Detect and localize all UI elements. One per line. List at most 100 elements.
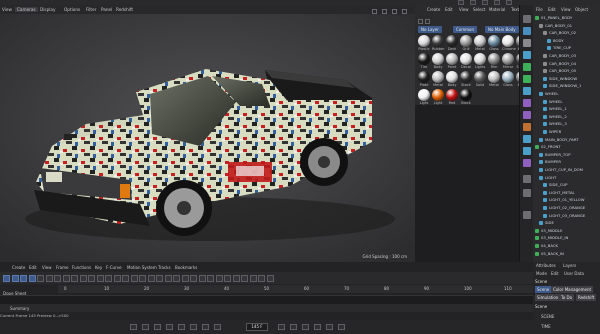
- tree-item[interactable]: 04_BACK: [535, 243, 558, 250]
- timeline-tool-button[interactable]: [224, 275, 231, 282]
- timeline-tool-button[interactable]: [215, 275, 223, 282]
- layer-button-common[interactable]: Common: [453, 26, 478, 33]
- next-frame-button[interactable]: [190, 324, 197, 330]
- cube-icon[interactable]: [523, 15, 531, 23]
- tab-attributes[interactable]: Attributes: [536, 263, 556, 268]
- tree-item[interactable]: 01_PANEL_BODY: [535, 15, 572, 22]
- menu-view[interactable]: View: [2, 7, 12, 12]
- tree-item[interactable]: CAR_BODY_04: [543, 61, 576, 68]
- material-ball[interactable]: [418, 53, 430, 65]
- menu-cameras[interactable]: Cameras: [15, 7, 38, 12]
- tree-item[interactable]: 03_MIDDLE: [535, 228, 563, 235]
- tree-item[interactable]: CAR_BODY_05: [543, 68, 576, 75]
- obj-menu-edit[interactable]: Edit: [548, 7, 556, 12]
- material-ball[interactable]: [446, 89, 458, 101]
- timeline-tool-button[interactable]: [258, 275, 265, 282]
- menu-options[interactable]: Options: [64, 7, 80, 12]
- tree-item[interactable]: CAR_BODY_01: [539, 23, 572, 30]
- timeline-tool-button[interactable]: [79, 275, 87, 282]
- material-ball[interactable]: [460, 53, 472, 65]
- material-ball[interactable]: [474, 53, 486, 65]
- timeline-tool-button[interactable]: [88, 275, 95, 282]
- timeline-tool-button[interactable]: [54, 275, 61, 282]
- tree-item[interactable]: CAR_BODY_03: [543, 53, 576, 60]
- current-frame-field[interactable]: 145 F: [246, 323, 268, 331]
- viewport-panel[interactable]: View Cameras Display Options Filter Pane…: [0, 5, 415, 262]
- material-ball[interactable]: [502, 71, 514, 83]
- paint-icon[interactable]: [523, 189, 531, 197]
- tree-item[interactable]: 05_BACK_IN: [535, 251, 564, 258]
- mat-menu-create[interactable]: Create: [427, 7, 440, 12]
- timeline-tool-button[interactable]: [3, 275, 10, 282]
- timeline-tool-button[interactable]: [96, 275, 104, 282]
- play-button[interactable]: [178, 324, 185, 330]
- settings-button[interactable]: [326, 324, 333, 330]
- mograph-icon[interactable]: [523, 75, 531, 83]
- tree-item[interactable]: SIDE_WINDOW_1: [543, 83, 581, 90]
- record-button[interactable]: [278, 324, 285, 330]
- material-ball[interactable]: [488, 53, 500, 65]
- attr-menu-edit[interactable]: Edit: [551, 271, 559, 276]
- timeline-tool-button[interactable]: [241, 275, 248, 282]
- material-ball[interactable]: [460, 89, 472, 101]
- timeline-tool-button[interactable]: [190, 275, 197, 282]
- attr-row-time[interactable]: TIME: [541, 324, 551, 331]
- tree-item[interactable]: WHEEL: [539, 91, 559, 98]
- tl-menu-create[interactable]: Create: [12, 265, 25, 270]
- tree-item[interactable]: WHEEL_2: [543, 114, 567, 121]
- tree-item[interactable]: CAR_BODY_02: [543, 30, 576, 37]
- next-key-button[interactable]: [202, 324, 209, 330]
- summary-row[interactable]: Summary: [0, 304, 533, 312]
- material-ball[interactable]: [488, 71, 500, 83]
- menu-filter[interactable]: Filter: [86, 7, 96, 12]
- material-ball[interactable]: [432, 35, 444, 47]
- material-ball[interactable]: [446, 35, 458, 47]
- layer-button-mainbody[interactable]: No Main Body: [485, 26, 519, 33]
- tag-icon[interactable]: [523, 39, 531, 47]
- tree-item[interactable]: SIDE: [539, 220, 554, 227]
- tree-item[interactable]: MAIN_BODY_PART: [539, 137, 579, 144]
- material-ball[interactable]: [474, 71, 486, 83]
- timeline-tool-button[interactable]: [130, 275, 138, 282]
- tl-menu-motion[interactable]: Motion System: [127, 265, 157, 270]
- tree-item[interactable]: LIGHT_01_YELLOW: [543, 197, 585, 204]
- mat-menu-material[interactable]: Material: [489, 7, 505, 12]
- deformer-icon[interactable]: [523, 87, 531, 95]
- subtab-color-management[interactable]: Color Management: [551, 286, 594, 293]
- field-icon[interactable]: [523, 99, 531, 107]
- mat-menu-edit[interactable]: Edit: [445, 7, 453, 12]
- timeline-tool-button[interactable]: [62, 275, 70, 282]
- timeline-tool-button[interactable]: [45, 275, 53, 282]
- material-ball[interactable]: [418, 71, 430, 83]
- material-ball[interactable]: [418, 89, 430, 101]
- timeline-tool-button[interactable]: [181, 275, 189, 282]
- material-ball[interactable]: [418, 35, 430, 47]
- scene-icon[interactable]: [523, 147, 531, 155]
- timeline-tool-button[interactable]: [147, 275, 155, 282]
- tree-item[interactable]: LIGHT: [539, 175, 556, 182]
- subtab-todo[interactable]: To Do: [559, 294, 575, 301]
- timeline-tool-button[interactable]: [105, 275, 112, 282]
- snap-icon[interactable]: [523, 211, 531, 219]
- generator-icon[interactable]: [523, 63, 531, 71]
- tree-item[interactable]: LIGHT_02_ORANGE: [543, 205, 585, 212]
- material-icon[interactable]: [523, 159, 531, 167]
- mat-menu-select[interactable]: Select: [473, 7, 485, 12]
- attr-menu-userdata[interactable]: User Data: [564, 271, 584, 276]
- prev-key-button[interactable]: [142, 324, 149, 330]
- timeline-tool-button[interactable]: [28, 275, 36, 282]
- obj-menu-file[interactable]: File: [536, 7, 543, 12]
- obj-menu-view[interactable]: View: [561, 7, 571, 12]
- spline-icon[interactable]: [523, 111, 531, 119]
- material-ball[interactable]: [460, 71, 472, 83]
- tl-menu-bookmarks[interactable]: Bookmarks: [175, 265, 197, 270]
- tl-menu-frame[interactable]: Frame: [56, 265, 68, 270]
- subtab-simulation[interactable]: Simulation: [535, 294, 561, 301]
- keyframe-button[interactable]: [302, 324, 309, 330]
- timeline-tool-button[interactable]: [198, 275, 206, 282]
- timeline-tool-button[interactable]: [207, 275, 214, 282]
- layer-button-nolayer[interactable]: No Layer: [418, 26, 442, 33]
- tree-item[interactable]: WHEEL_3: [543, 121, 567, 128]
- timeline-tool-button[interactable]: [266, 275, 274, 282]
- material-ball[interactable]: [488, 35, 500, 47]
